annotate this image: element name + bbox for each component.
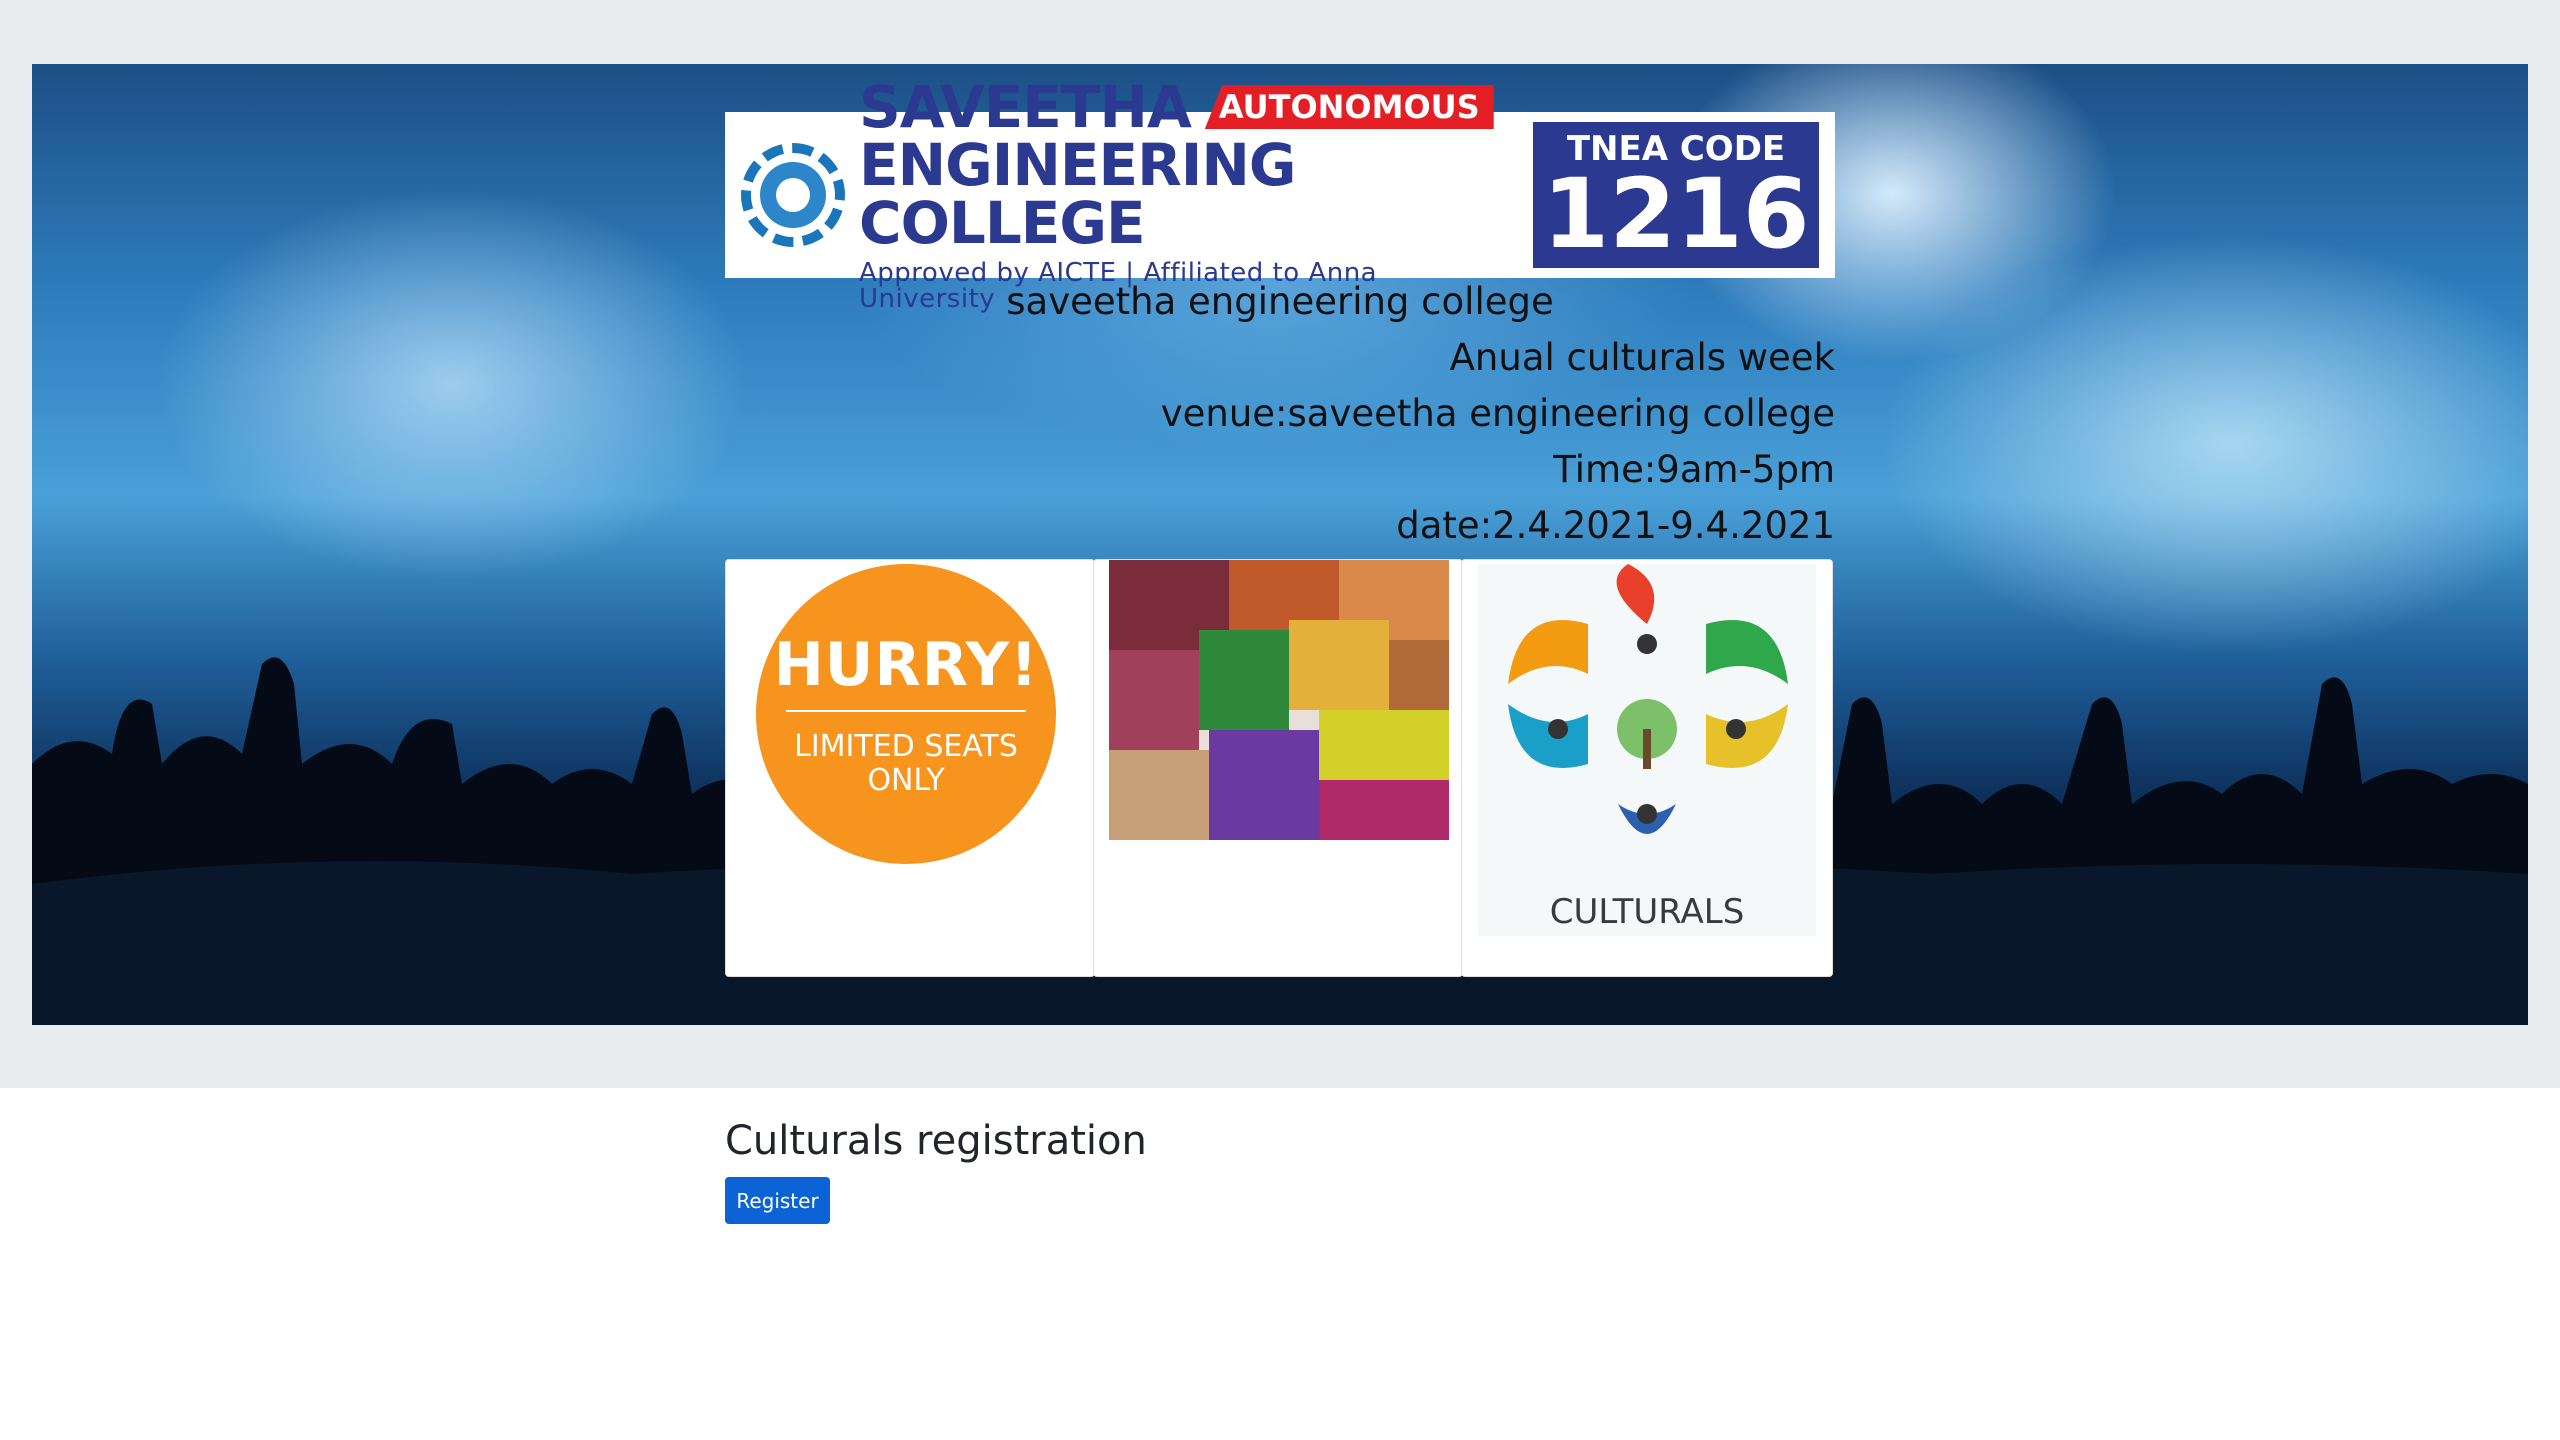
college-emblem-icon [741,143,845,247]
hurry-badge-image: HURRY! LIMITED SEATS ONLY [756,564,1056,864]
logo-college-name: SAVEETHA [859,73,1192,141]
culturals-photo-collage [1109,560,1449,840]
card-hurry: HURRY! LIMITED SEATS ONLY [725,559,1095,977]
culturals-logo-image: CULTURALS [1478,564,1816,936]
card-collage [1093,559,1463,977]
event-college: saveetha engineering college [1006,280,1554,323]
register-button[interactable]: Register [725,1177,830,1224]
hurry-title: HURRY! [773,629,1039,700]
event-venue: venue:saveetha engineering college [1160,392,1835,435]
autonomous-badge: AUTONOMOUS [1204,85,1494,129]
event-time: Time:9am-5pm [1553,448,1835,491]
event-title: Anual culturals week [1449,336,1835,379]
tnea-code: 1216 [1542,158,1810,271]
card-group: HURRY! LIMITED SEATS ONLY CULTURALS [725,559,1835,977]
logo-college-name-line2: ENGINEERING COLLEGE [859,131,1297,257]
culturals-label: CULTURALS [1549,892,1745,932]
hurry-subtitle: LIMITED SEATS ONLY [794,728,1018,798]
registration-heading: Culturals registration [725,1118,1147,1164]
event-date: date:2.4.2021-9.4.2021 [1396,504,1835,547]
tnea-code-box: TNEA CODE 1216 [1533,122,1819,268]
culturals-emblem-icon [1508,564,1788,834]
card-culturals: CULTURALS [1461,559,1833,977]
college-logo-banner: SAVEETHA AUTONOMOUS ENGINEERING COLLEGE … [725,78,1835,312]
